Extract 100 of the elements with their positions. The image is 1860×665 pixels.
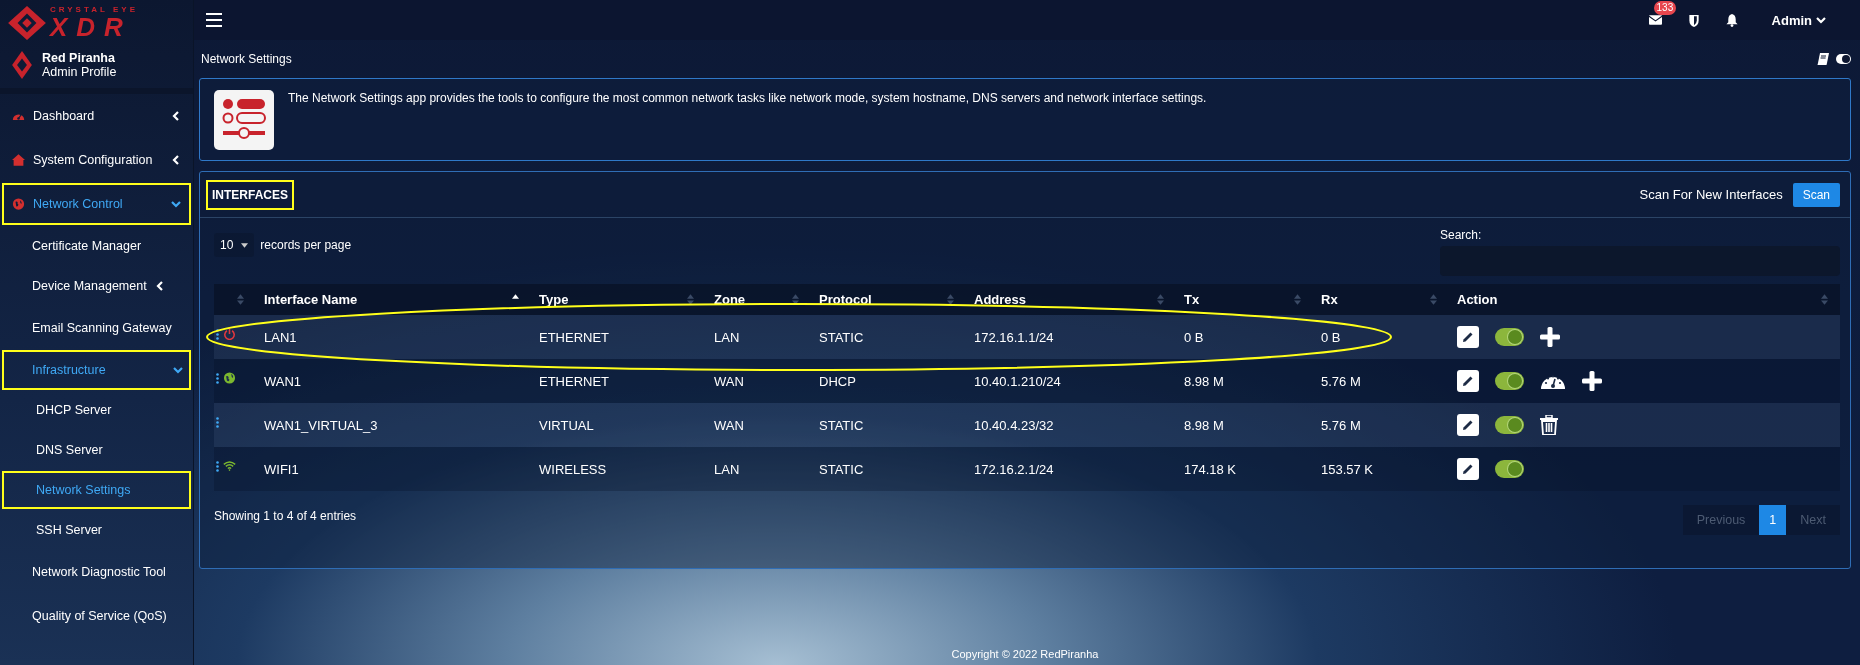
- more-options-icon[interactable]: [216, 372, 219, 384]
- scan-button[interactable]: Scan: [1792, 182, 1840, 207]
- shield-icon[interactable]: [1687, 13, 1700, 27]
- chevron-left-icon: [171, 155, 181, 165]
- column-header[interactable]: Type: [531, 284, 706, 315]
- table-cell: 5.76 M: [1313, 403, 1449, 447]
- sort-icon: [947, 294, 954, 305]
- plus-icon[interactable]: [1540, 327, 1560, 347]
- copyright-text: Copyright © 2022 RedPiranha: [951, 648, 1099, 660]
- theme-toggle[interactable]: [1836, 54, 1851, 64]
- sort-icon: [237, 294, 244, 305]
- mail-icon[interactable]: [1648, 15, 1662, 25]
- pencil-icon: [1462, 463, 1474, 475]
- search-label: Search:: [1440, 228, 1483, 242]
- house-icon: [12, 154, 25, 166]
- table-cell: 5.76 M: [1313, 359, 1449, 403]
- book-icon[interactable]: [1817, 53, 1829, 65]
- table-cell: WAN: [706, 403, 811, 447]
- sidebar-item[interactable]: System Configuration: [2, 138, 191, 182]
- table-cell: 153.57 K: [1313, 447, 1449, 491]
- sidebar-item[interactable]: Device Management: [2, 266, 191, 306]
- chevron-down-icon: [171, 199, 181, 209]
- scan-label: Scan For New Interfaces: [1639, 187, 1783, 202]
- table-cell: ETHERNET: [531, 315, 706, 359]
- profile-logo-icon: [12, 51, 32, 79]
- sort-icon: [1430, 294, 1437, 305]
- enable-toggle[interactable]: [1495, 328, 1524, 346]
- profile-name: Red Piranha: [42, 50, 116, 65]
- table-cell: 10.40.4.23/32: [966, 403, 1176, 447]
- page-length-label: records per page: [260, 238, 352, 252]
- table-cell: WAN1: [256, 359, 531, 403]
- entries-summary: Showing 1 to 4 of 4 entries: [214, 509, 357, 523]
- sort-icon: [1821, 294, 1828, 305]
- pencil-icon: [1462, 331, 1474, 343]
- sidebar-item[interactable]: DNS Server: [2, 430, 191, 470]
- sidebar-item[interactable]: Network Diagnostic Tool: [2, 550, 191, 594]
- logo-wordmark: XDR: [50, 14, 133, 40]
- table-cell: 172.16.2.1/24: [966, 447, 1176, 491]
- table-cell: LAN1: [256, 315, 531, 359]
- menu-icon[interactable]: [206, 13, 222, 27]
- page-button[interactable]: 1: [1759, 505, 1787, 535]
- sidebar-item[interactable]: Certificate Manager: [2, 226, 191, 266]
- caret-down-icon: [241, 242, 249, 248]
- sort-icon: [1157, 294, 1164, 305]
- table-cell: STATIC: [811, 447, 966, 491]
- plus-icon[interactable]: [1582, 371, 1602, 391]
- sidebar-item[interactable]: Network Control: [2, 183, 191, 225]
- edit-button[interactable]: [1457, 414, 1479, 436]
- table-cell: DHCP: [811, 359, 966, 403]
- edit-button[interactable]: [1457, 326, 1479, 348]
- enable-toggle[interactable]: [1495, 460, 1524, 478]
- table-cell: 10.40.1.210/24: [966, 359, 1176, 403]
- notification-badge: 133: [1653, 1, 1677, 15]
- sidebar-item[interactable]: DHCP Server: [2, 390, 191, 430]
- table-cell: 172.16.1.1/24: [966, 315, 1176, 359]
- sidebar-item[interactable]: Dashboard: [2, 94, 191, 138]
- section-title: INTERFACES: [206, 179, 294, 210]
- edit-button[interactable]: [1457, 458, 1479, 480]
- sidebar-item[interactable]: Infrastructure: [2, 350, 191, 390]
- logo-mark-icon: [8, 6, 46, 40]
- table-cell: LAN: [706, 447, 811, 491]
- bell-icon[interactable]: [1725, 13, 1738, 27]
- table-cell: STATIC: [811, 403, 966, 447]
- pencil-icon: [1462, 375, 1474, 387]
- sort-icon: [1294, 294, 1301, 305]
- chevron-down-icon: [1816, 15, 1826, 25]
- table-cell: 8.98 M: [1176, 359, 1313, 403]
- chevron-left-icon: [171, 111, 181, 121]
- sort-icon: [792, 294, 799, 305]
- info-text: The Network Settings app provides the tools to configure the most common network tasks like network mode, system hostname, DNS servers and network interface settings.: [288, 91, 1207, 105]
- column-header[interactable]: Interface Name: [256, 284, 531, 315]
- column-header[interactable]: Rx: [1313, 284, 1449, 315]
- edit-button[interactable]: [1457, 370, 1479, 392]
- more-options-icon[interactable]: [216, 328, 219, 340]
- enable-toggle[interactable]: [1495, 416, 1524, 434]
- table-cell: 8.98 M: [1176, 403, 1313, 447]
- trash-icon[interactable]: [1540, 415, 1558, 435]
- more-options-icon[interactable]: [216, 460, 219, 472]
- page-length-select[interactable]: 10: [214, 233, 255, 257]
- chevron-down-icon: [173, 365, 183, 375]
- table-cell: STATIC: [811, 315, 966, 359]
- column-header[interactable]: Action: [1449, 284, 1840, 315]
- column-header[interactable]: Tx: [1176, 284, 1313, 315]
- sidebar-item[interactable]: Quality of Service (QoS): [2, 594, 191, 638]
- enable-toggle[interactable]: [1495, 372, 1524, 390]
- column-header[interactable]: Address: [966, 284, 1176, 315]
- table-cell: WAN1_VIRTUAL_3: [256, 403, 531, 447]
- table-cell: VIRTUAL: [531, 403, 706, 447]
- logo-tagline: CRYSTAL EYE: [50, 6, 138, 14]
- table-cell: 0 B: [1313, 315, 1449, 359]
- settings-sliders-icon: [214, 90, 274, 150]
- more-options-icon[interactable]: [216, 416, 219, 428]
- sidebar-item[interactable]: SSH Server: [2, 510, 191, 550]
- sidebar-item[interactable]: Email Scanning Gateway: [2, 306, 191, 350]
- sidebar-item[interactable]: Network Settings: [2, 471, 191, 509]
- table-cell: ETHERNET: [531, 359, 706, 403]
- user-menu[interactable]: Admin: [1771, 12, 1826, 28]
- pencil-icon: [1462, 419, 1474, 431]
- sort-icon: [687, 294, 694, 305]
- table-cell: WIFI1: [256, 447, 531, 491]
